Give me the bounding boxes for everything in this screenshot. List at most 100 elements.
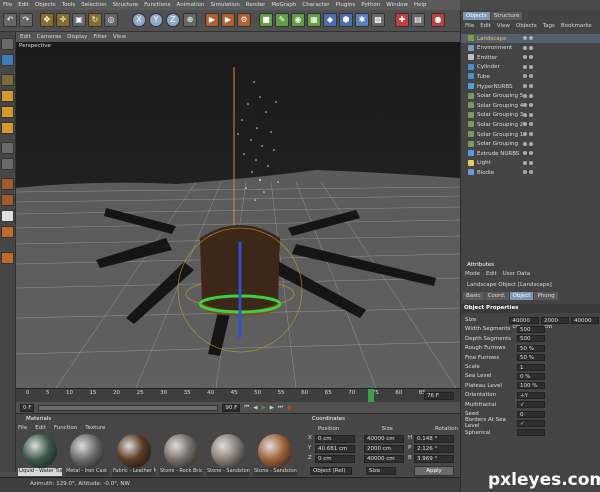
objects-menu-item[interactable]: Tags <box>543 23 555 29</box>
coord-position-field[interactable]: 40.681 cm <box>315 445 355 453</box>
materials-menu-item[interactable]: Texture <box>85 425 105 431</box>
visibility-editor-icon[interactable] <box>523 93 527 98</box>
visibility-editor-icon[interactable] <box>523 132 527 136</box>
visibility-editor-icon[interactable] <box>523 170 527 175</box>
viewport-menu-item[interactable]: Cameras <box>37 34 61 40</box>
object-list-item[interactable]: Extrude NURBS <box>461 149 600 158</box>
paint-icon[interactable] <box>1 194 14 206</box>
material-swatch[interactable]: Metal - Iron Cast <box>65 434 109 478</box>
visibility-editor-icon[interactable] <box>523 141 527 146</box>
menu-item[interactable]: Render <box>246 2 266 8</box>
move-icon[interactable]: ✛ <box>56 13 70 27</box>
lock-icon[interactable] <box>1 252 14 264</box>
record-key-icon[interactable]: ● <box>287 405 292 411</box>
visibility-render-icon[interactable] <box>529 74 533 79</box>
perspective-viewport[interactable]: Perspective <box>16 42 460 388</box>
polygons-mode-icon[interactable] <box>1 122 14 134</box>
texture-mode-icon[interactable] <box>1 74 14 86</box>
visibility-editor-icon[interactable] <box>523 112 527 117</box>
object-list-item[interactable]: Cylinder <box>461 63 600 72</box>
visibility-render-icon[interactable] <box>529 122 533 127</box>
render-view-icon[interactable]: ▶ <box>205 13 219 27</box>
object-list-item[interactable]: Tube <box>461 72 600 81</box>
material-swatch[interactable]: Stone - Sandstone <box>206 434 250 478</box>
coord-size-field[interactable]: 2000 cm <box>364 445 404 453</box>
world-coord-icon[interactable]: ⊕ <box>183 13 197 27</box>
coord-position-field[interactable]: 0 cm <box>315 435 355 443</box>
playhead[interactable] <box>368 389 374 402</box>
visibility-render-icon[interactable] <box>529 45 533 50</box>
materials-menu-item[interactable]: Function <box>54 425 77 431</box>
end-frame-field[interactable]: 90 F <box>222 403 241 412</box>
visibility-render-icon[interactable] <box>529 93 533 98</box>
frame-range-slider[interactable] <box>38 404 219 411</box>
axis-z-button[interactable]: Z <box>166 13 180 27</box>
material-swatch[interactable]: Liquid - Water Tur <box>18 434 62 478</box>
viewport-menu-item[interactable]: Display <box>67 34 87 40</box>
attribute-value-field[interactable] <box>517 429 545 437</box>
attributes-tab[interactable]: Phong <box>534 292 558 300</box>
visibility-editor-icon[interactable] <box>523 84 527 88</box>
object-list-item[interactable]: Solar Grouping <box>461 140 600 149</box>
menu-item[interactable]: Structure <box>113 2 139 8</box>
checker-icon[interactable] <box>1 210 14 222</box>
attribute-value-field[interactable]: 0 % <box>517 372 545 380</box>
model-mode-icon[interactable] <box>1 38 14 50</box>
objects-menu-item[interactable]: View <box>497 23 510 29</box>
render-picture-icon[interactable]: ▶ <box>221 13 235 27</box>
recent-tool-icon[interactable]: ◎ <box>104 13 118 27</box>
visibility-editor-icon[interactable] <box>523 45 527 50</box>
coord-size-field[interactable]: 40000 cm <box>364 455 404 463</box>
attribute-value-field[interactable]: 40000 cm <box>509 316 539 330</box>
coord-rotation-field[interactable]: 3.969 ° <box>414 455 454 463</box>
objects-tab[interactable]: Structure <box>490 12 523 20</box>
object-list-item[interactable]: Solar Grouping 2 <box>461 120 600 129</box>
attributes-menu-item[interactable]: User Data <box>503 271 530 277</box>
attribute-value-field[interactable]: ✓ <box>517 419 545 427</box>
attribute-value-field[interactable]: 40000 <box>571 316 599 324</box>
timeline-end-field[interactable]: 76 F <box>424 392 454 400</box>
edges-mode-icon[interactable] <box>1 106 14 118</box>
coord-size-field[interactable]: 40000 cm <box>364 435 404 443</box>
visibility-editor-icon[interactable] <box>523 151 527 156</box>
light-icon[interactable]: ✚ <box>395 13 409 27</box>
object-list-item[interactable]: Solar Grouping 5 <box>461 92 600 101</box>
coord-rotation-field[interactable]: 2.126 ° <box>414 445 454 453</box>
coord-rotation-field[interactable]: 0.148 ° <box>414 435 454 443</box>
menu-item[interactable]: Python <box>361 2 380 8</box>
menu-item[interactable]: File <box>3 2 12 8</box>
play-icon[interactable]: ▶ <box>262 405 266 411</box>
menu-item[interactable]: MoGraph <box>271 2 296 8</box>
environment-icon[interactable]: ✱ <box>355 13 369 27</box>
attribute-value-field[interactable]: 50 % <box>517 354 545 362</box>
cube-icon[interactable]: ■ <box>259 13 273 27</box>
pen-icon[interactable]: ✎ <box>275 13 289 27</box>
attribute-value-field[interactable]: 1 <box>517 363 545 371</box>
live-select-icon[interactable]: ✥ <box>40 13 54 27</box>
points-mode-icon[interactable] <box>1 90 14 102</box>
apply-button[interactable]: Apply <box>414 466 454 476</box>
visibility-render-icon[interactable] <box>529 112 533 117</box>
attribute-value-field[interactable]: 100 % <box>517 382 545 390</box>
object-list-item[interactable]: HyperNURBS <box>461 82 600 91</box>
visibility-render-icon[interactable] <box>529 103 533 108</box>
menu-item[interactable]: Objects <box>35 2 56 8</box>
visibility-render-icon[interactable] <box>529 36 533 40</box>
visibility-editor-icon[interactable] <box>523 122 527 127</box>
menu-item[interactable]: Plugins <box>336 2 356 8</box>
object-list-item[interactable]: Solar Grouping 3 <box>461 111 600 120</box>
go-end-icon[interactable]: ⏭ <box>278 404 283 411</box>
object-list-item[interactable]: Biodie <box>461 168 600 177</box>
attributes-tab[interactable]: Object <box>509 292 534 300</box>
axis-y-button[interactable]: Y <box>149 13 163 27</box>
attribute-value-field[interactable]: 500 <box>517 325 545 333</box>
visibility-editor-icon[interactable] <box>523 36 527 40</box>
step-forward-icon[interactable]: ▶ <box>270 405 274 411</box>
workplane-icon[interactable] <box>1 142 14 154</box>
materials-menu-item[interactable]: Edit <box>35 425 46 431</box>
size-mode-select[interactable]: Size <box>366 467 396 475</box>
deformer-icon[interactable]: ◆ <box>323 13 337 27</box>
menu-item[interactable]: Character <box>302 2 329 8</box>
visibility-render-icon[interactable] <box>529 141 533 146</box>
record-icon[interactable]: ● <box>431 13 445 27</box>
